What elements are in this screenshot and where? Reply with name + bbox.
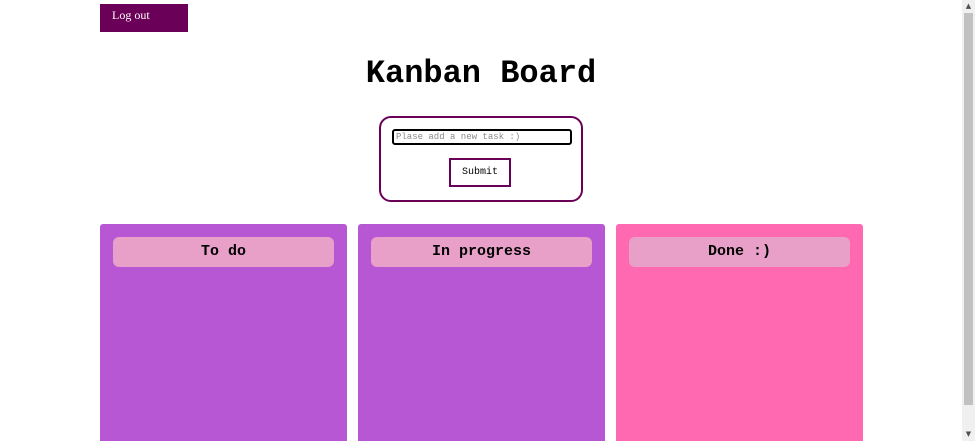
column-done-header: Done :): [629, 237, 850, 267]
logout-button[interactable]: Log out: [100, 4, 188, 32]
scroll-down-arrow-icon[interactable]: ▼: [962, 428, 975, 441]
scrollbar-thumb[interactable]: [964, 13, 973, 405]
column-in-progress-header: In progress: [371, 237, 592, 267]
new-task-form: Submit: [379, 116, 583, 202]
column-todo-header: To do: [113, 237, 334, 267]
vertical-scrollbar[interactable]: ▲ ▼: [962, 0, 975, 441]
scroll-up-arrow-icon[interactable]: ▲: [962, 0, 975, 13]
column-done[interactable]: Done :): [616, 224, 863, 441]
submit-button[interactable]: Submit: [449, 158, 511, 187]
new-task-input[interactable]: [392, 129, 572, 145]
page-title: Kanban Board: [365, 55, 597, 92]
column-in-progress[interactable]: In progress: [358, 224, 605, 441]
column-todo[interactable]: To do: [100, 224, 347, 441]
